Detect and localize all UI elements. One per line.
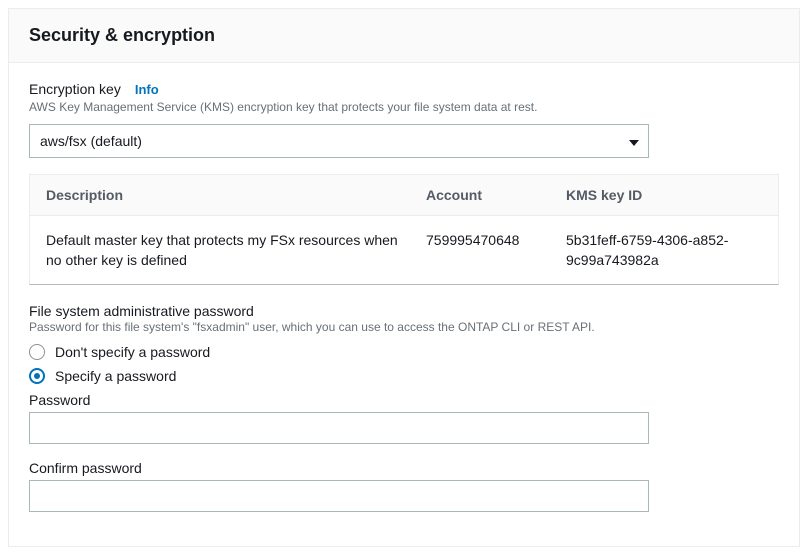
radio-label-specify: Specify a password [55,368,176,384]
encryption-key-description: AWS Key Management Service (KMS) encrypt… [29,99,779,116]
kms-key-table: Description Account KMS key ID Default m… [29,174,779,286]
encryption-key-select[interactable]: aws/fsx (default) [29,124,649,158]
confirm-password-label: Confirm password [29,460,779,476]
admin-password-description: Password for this file system's "fsxadmi… [29,319,779,336]
table-header: Description Account KMS key ID [30,175,778,216]
encryption-key-label: Encryption key [29,81,121,97]
radio-inner-dot [34,373,40,379]
radio-specify-password[interactable]: Specify a password [29,368,779,384]
encryption-key-label-row: Encryption key Info [29,81,779,97]
table-row: Default master key that protects my FSx … [30,216,778,285]
confirm-password-input[interactable] [29,480,649,512]
radio-dont-specify-password[interactable]: Don't specify a password [29,344,779,360]
radio-icon [29,344,45,360]
td-account: 759995470648 [426,230,566,271]
panel-body: Encryption key Info AWS Key Management S… [9,63,799,546]
panel-title: Security & encryption [29,25,779,46]
encryption-key-info-link[interactable]: Info [135,82,159,97]
th-account: Account [426,187,566,203]
radio-icon-selected [29,368,45,384]
encryption-key-select-value: aws/fsx (default) [29,124,649,158]
admin-password-label: File system administrative password [29,303,779,319]
th-description: Description [46,187,426,203]
td-description: Default master key that protects my FSx … [46,230,426,271]
password-input[interactable] [29,412,649,444]
security-encryption-panel: Security & encryption Encryption key Inf… [8,8,800,547]
td-kms-key-id: 5b31feff-6759-4306-a852-9c99a743982a [566,230,762,271]
panel-header: Security & encryption [9,9,799,63]
password-label: Password [29,392,779,408]
th-kms-key-id: KMS key ID [566,187,762,203]
radio-label-dont-specify: Don't specify a password [55,344,210,360]
